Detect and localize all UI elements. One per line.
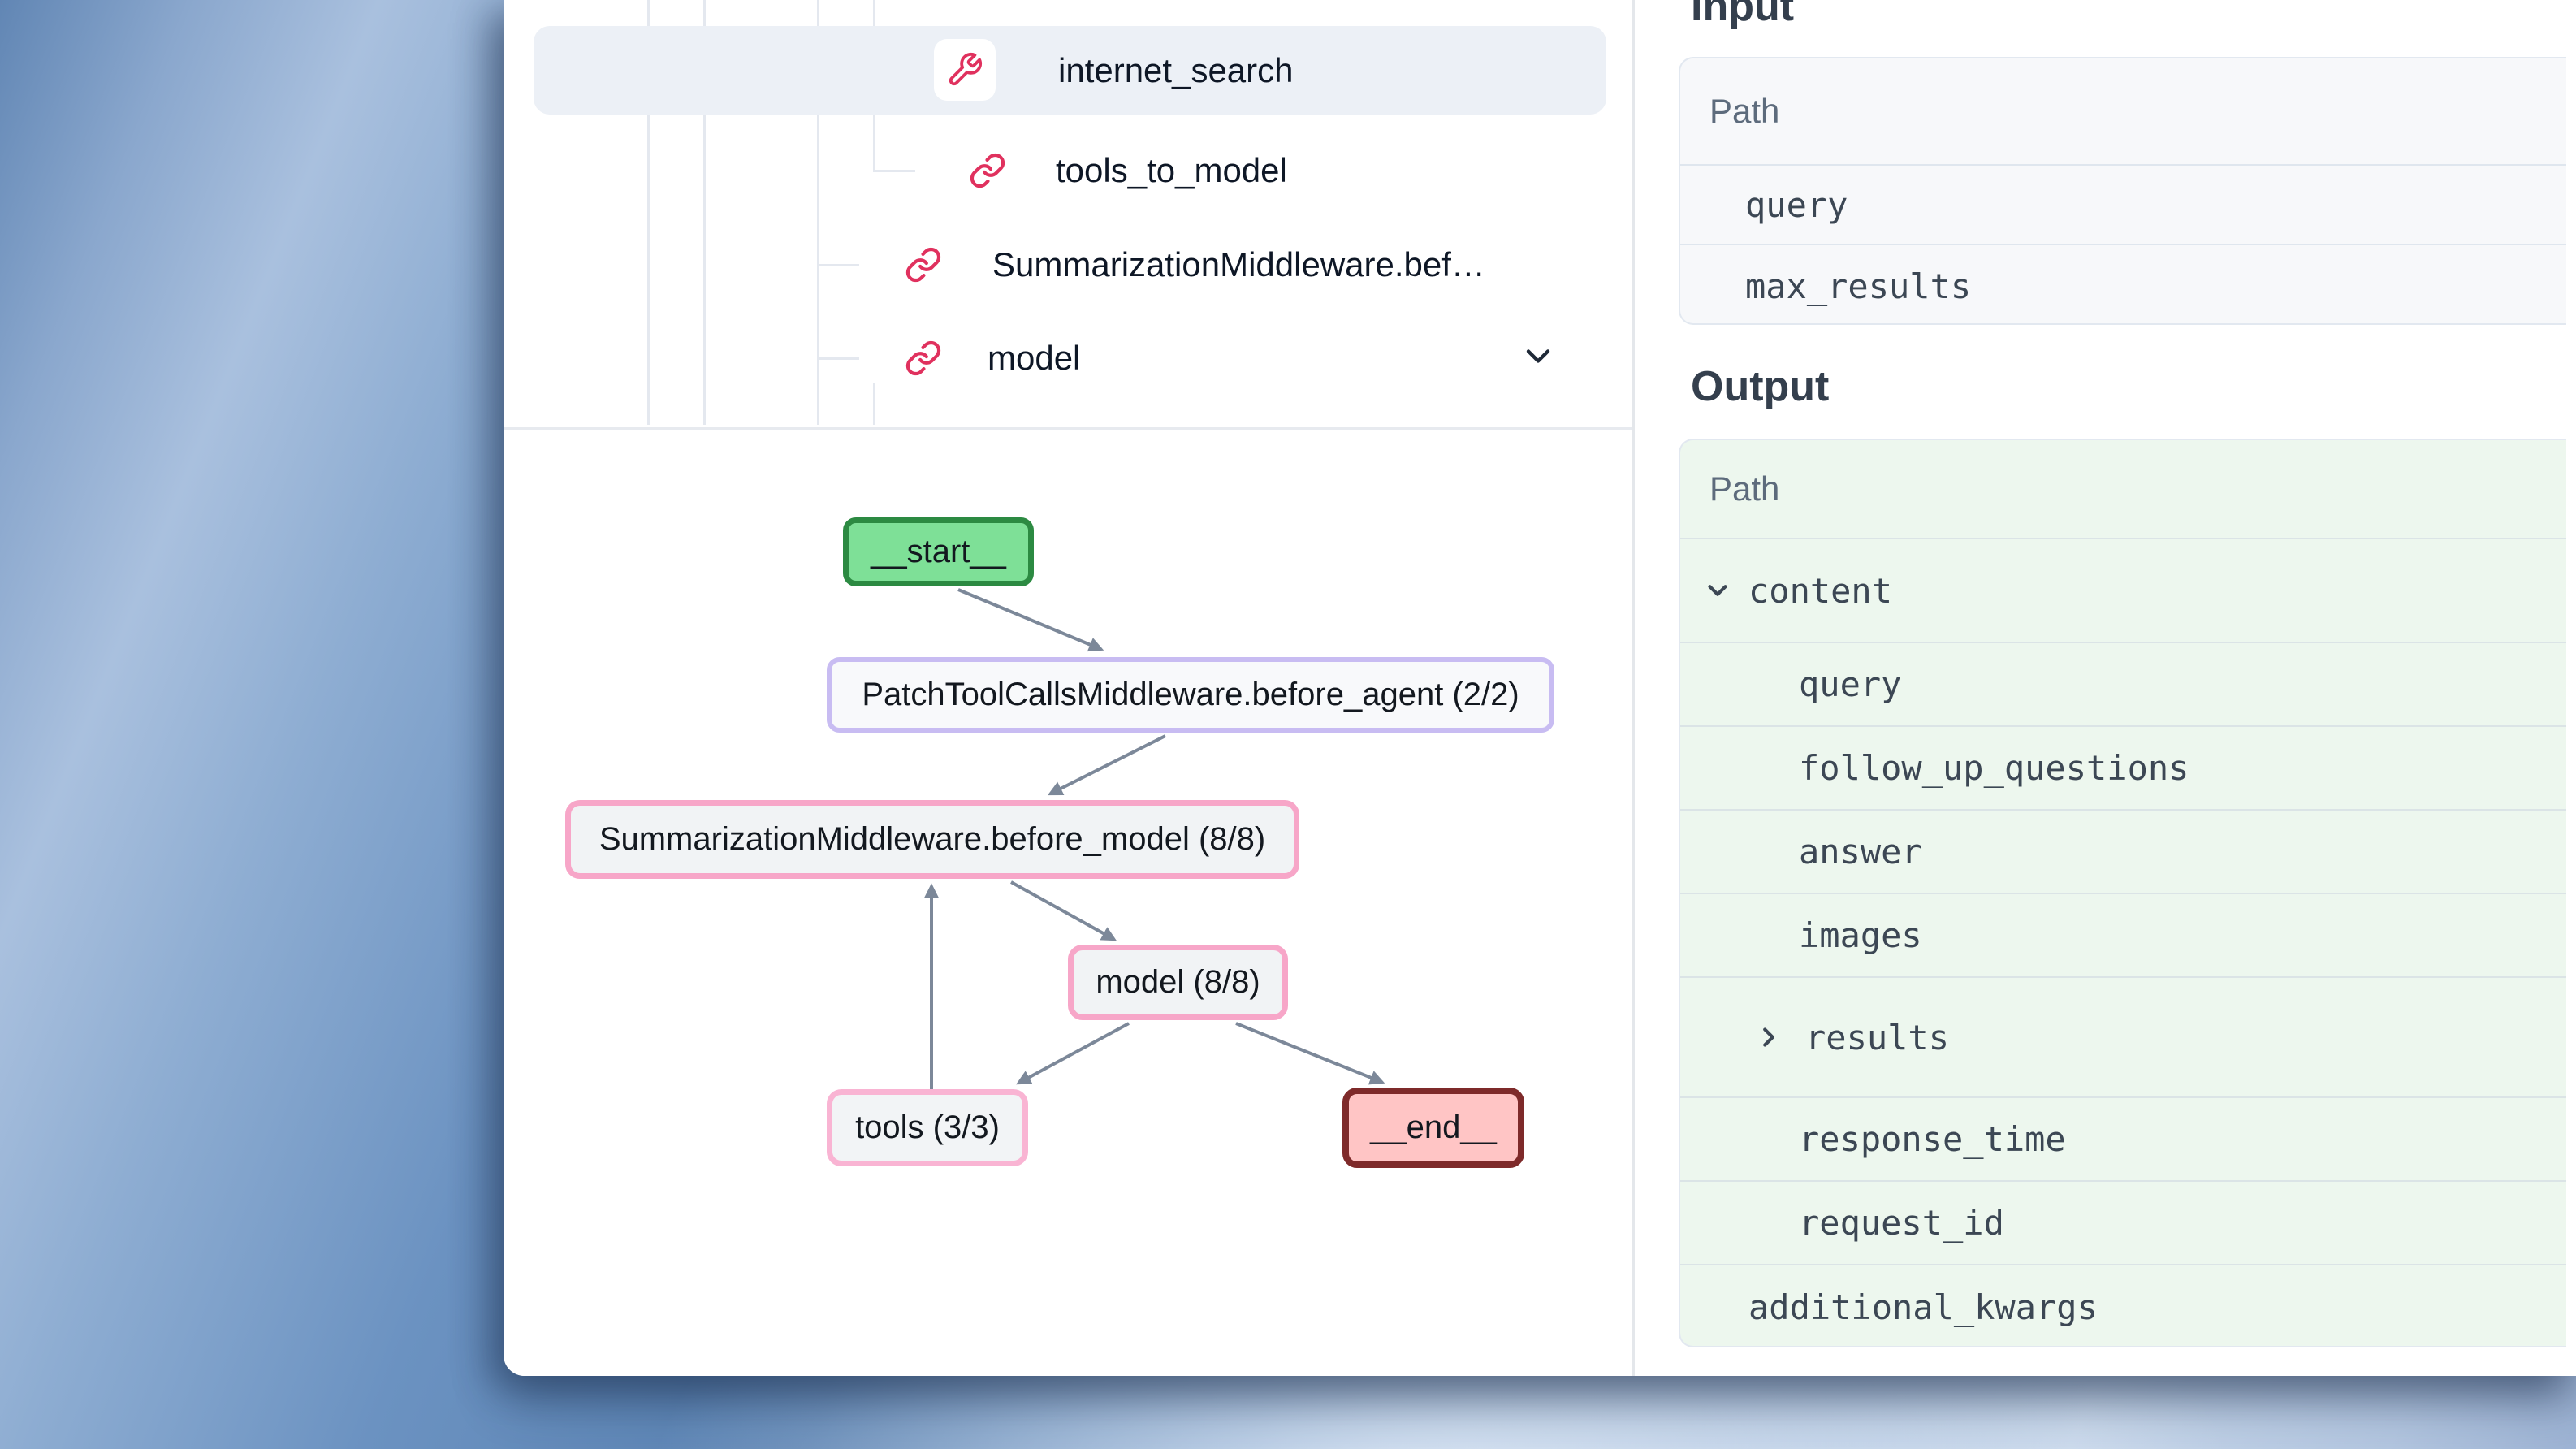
link-icon bbox=[968, 151, 1007, 190]
path-row[interactable]: follow_up_questions bbox=[1680, 727, 2566, 811]
graph-node-start[interactable]: __start__ bbox=[843, 517, 1034, 586]
tree-item-label: model bbox=[988, 339, 1080, 378]
trace-tree-panel: internet_search tools_to_model bbox=[504, 0, 1632, 430]
tree-item-model[interactable]: model bbox=[504, 314, 1632, 402]
path-row[interactable]: answer bbox=[1680, 811, 2566, 894]
link-icon bbox=[904, 339, 943, 378]
chevron-right-icon[interactable] bbox=[1753, 1022, 1784, 1053]
graph-canvas: __start__ PatchToolCallsMiddleware.befor… bbox=[504, 430, 1632, 1376]
graph-node-summarization[interactable]: SummarizationMiddleware.before_model (8/… bbox=[565, 800, 1299, 879]
inspector-pane: Input Path query max_results Output Path… bbox=[1635, 0, 2576, 1376]
graph-edges bbox=[504, 430, 1632, 1376]
tree-item-label: internet_search bbox=[1058, 51, 1294, 90]
tree-item-internet-search[interactable]: internet_search bbox=[534, 26, 1606, 115]
graph-node-patchtoolcalls[interactable]: PatchToolCallsMiddleware.before_agent (2… bbox=[827, 657, 1554, 733]
path-row[interactable]: images bbox=[1680, 894, 2566, 978]
tree-item-tools-to-model[interactable]: tools_to_model bbox=[504, 127, 1632, 214]
path-row[interactable]: query bbox=[1680, 643, 2566, 727]
chevron-down-icon[interactable] bbox=[1702, 575, 1733, 606]
path-row-results[interactable]: results bbox=[1680, 978, 2566, 1098]
path-row[interactable]: response_time bbox=[1680, 1098, 2566, 1182]
path-row[interactable]: request_id bbox=[1680, 1182, 2566, 1265]
graph-node-model[interactable]: model (8/8) bbox=[1068, 945, 1288, 1020]
output-path-table: Path content query follow_up_questions a… bbox=[1679, 439, 2566, 1347]
output-section-heading: Output bbox=[1691, 362, 1829, 411]
left-pane: internet_search tools_to_model bbox=[504, 0, 1632, 1376]
table-header-row: Path bbox=[1680, 58, 2566, 166]
path-row[interactable]: query bbox=[1680, 166, 2566, 245]
chevron-down-icon[interactable] bbox=[1519, 337, 1558, 380]
input-path-table: Path query max_results bbox=[1679, 57, 2566, 325]
path-column-header: Path bbox=[1680, 92, 1779, 131]
path-row-content[interactable]: content bbox=[1680, 539, 2566, 643]
input-section-heading: Input bbox=[1691, 0, 1794, 31]
tree-item-label: tools_to_model bbox=[1056, 151, 1287, 190]
path-row[interactable]: additional_kwargs bbox=[1680, 1265, 2566, 1347]
tree-item-summarization-middleware[interactable]: SummarizationMiddleware.bef… bbox=[504, 221, 1632, 309]
graph-node-end[interactable]: __end__ bbox=[1342, 1088, 1524, 1168]
wrench-icon bbox=[946, 51, 983, 89]
path-column-header: Path bbox=[1680, 469, 1779, 508]
table-header-row: Path bbox=[1680, 440, 2566, 539]
app-window: internet_search tools_to_model bbox=[504, 0, 2576, 1376]
tool-icon-chip bbox=[934, 39, 996, 101]
path-row[interactable]: max_results bbox=[1680, 245, 2566, 325]
tree-item-label: SummarizationMiddleware.bef… bbox=[992, 245, 1485, 284]
graph-node-tools[interactable]: tools (3/3) bbox=[827, 1089, 1028, 1166]
link-icon bbox=[904, 245, 943, 284]
